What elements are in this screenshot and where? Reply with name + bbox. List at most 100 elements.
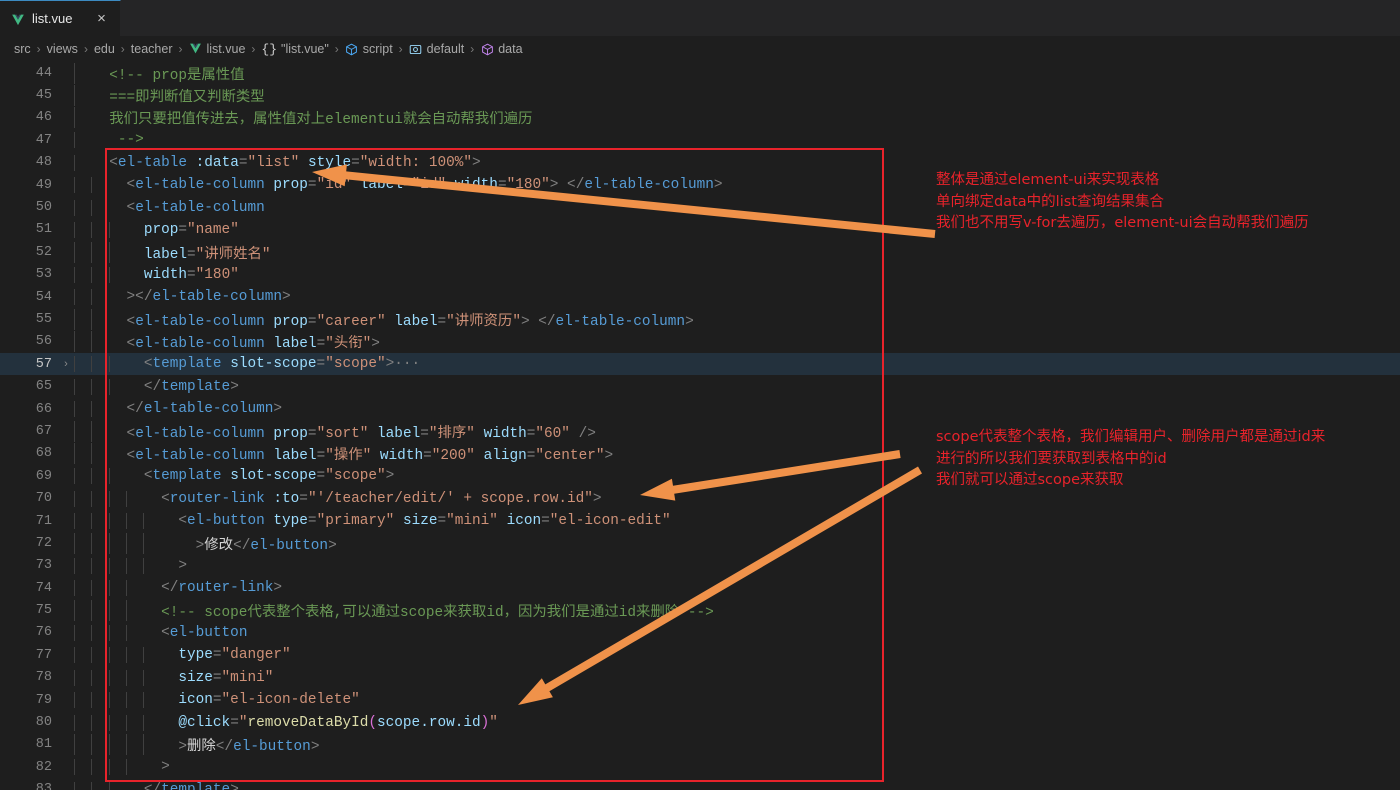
code-token: el-table-column	[555, 313, 686, 330]
line-number: 52	[35, 244, 52, 260]
code-token: <	[92, 356, 153, 373]
code-line[interactable]: 69 <template slot-scope="scope">	[0, 465, 1400, 487]
code-token: "180"	[195, 266, 239, 283]
breadcrumb-item-views[interactable]: views	[47, 42, 78, 56]
code-line[interactable]: 45 ===即判断值又判断类型	[0, 84, 1400, 107]
code-text: ===即判断值又判断类型	[74, 85, 1400, 107]
code-line[interactable]: 47 -->	[0, 129, 1400, 151]
code-line[interactable]: 48 <el-table :data="list" style="width: …	[0, 152, 1400, 174]
indent-guide	[74, 331, 75, 353]
breadcrumb-separator: ›	[178, 42, 183, 56]
code-token: ···	[394, 356, 421, 373]
code-line[interactable]: 82 >	[0, 756, 1400, 778]
code-line[interactable]: 67 <el-table-column prop="sort" label="排…	[0, 420, 1400, 442]
breadcrumb-item-data[interactable]: data	[480, 42, 523, 56]
fold-chevron-icon[interactable]: ›	[58, 358, 74, 370]
code-token: "操作"	[325, 448, 372, 465]
code-token: el-table-column	[143, 401, 274, 418]
code-line[interactable]: 54 ></el-table-column>	[0, 286, 1400, 308]
code-line[interactable]: 76 <el-button	[0, 622, 1400, 644]
code-token: <	[92, 313, 136, 330]
code-line[interactable]: 66 </el-table-column>	[0, 398, 1400, 420]
indent-guide	[74, 624, 75, 641]
code-token: el-button	[187, 513, 265, 529]
code-line[interactable]: 57 › <template slot-scope="scope">···	[0, 353, 1400, 376]
code-line[interactable]: 44 <!-- prop是属性值	[0, 62, 1400, 84]
line-number: 44	[35, 65, 52, 81]
breadcrumb-item-script[interactable]: script	[345, 42, 393, 56]
module-icon	[409, 42, 423, 56]
code-token: <	[92, 448, 136, 465]
code-editor[interactable]: 44 <!-- prop是属性值 45 ===即判断值又判断类型 46 我们只要把值…	[0, 62, 1400, 790]
code-line[interactable]: 53 width="180"	[0, 264, 1400, 286]
indent-guide	[74, 600, 75, 622]
code-line[interactable]: 51 prop="name"	[0, 219, 1400, 241]
breadcrumb-separator: ›	[470, 42, 475, 56]
code-token: router-link	[178, 580, 274, 597]
code-text: >	[74, 557, 1400, 574]
code-text: <el-button type="primary" size="mini" ic…	[74, 513, 1400, 529]
breadcrumb-item-listvue[interactable]: {} "list.vue"	[261, 42, 328, 57]
breadcrumb-item-src[interactable]: src	[14, 42, 31, 56]
code-line[interactable]: 65 </template>	[0, 375, 1400, 397]
code-line[interactable]: 79 icon="el-icon-delete"	[0, 689, 1400, 711]
indent-guide	[74, 289, 75, 306]
vscode-window: list.vue × src › views › edu › teacher › list.vu…	[0, 0, 1400, 790]
breadcrumb-item-label: data	[498, 42, 523, 56]
code-text: >删除</el-button>	[74, 734, 1400, 756]
code-token: ===即判断值又判断类型	[92, 90, 265, 107]
breadcrumb-item-default[interactable]: default	[409, 42, 464, 56]
code-token: scope.row.id	[377, 714, 481, 731]
breadcrumb-item-listvue[interactable]: list.vue	[189, 42, 245, 56]
code-token: =	[402, 177, 412, 194]
code-line[interactable]: 77 type="danger"	[0, 644, 1400, 666]
close-icon[interactable]: ×	[93, 11, 109, 26]
tab-list-vue[interactable]: list.vue ×	[0, 0, 122, 36]
code-line[interactable]: 72 >修改</el-button>	[0, 532, 1400, 554]
breadcrumb-item-label: src	[14, 42, 31, 56]
code-line[interactable]: 56 <el-table-column label="头衔">	[0, 331, 1400, 353]
breadcrumb-item-edu[interactable]: edu	[94, 42, 115, 56]
code-line[interactable]: 81 >删除</el-button>	[0, 734, 1400, 756]
code-token: >	[92, 739, 187, 756]
code-line[interactable]: 80 @click="removeDataById(scope.row.id)"	[0, 711, 1400, 733]
line-number: 67	[35, 423, 52, 439]
code-line[interactable]: 46 我们只要把值传进去，属性值对上elementui就会自动帮我们遍历	[0, 107, 1400, 129]
cube-blue-icon	[345, 42, 359, 56]
code-token: =	[497, 177, 507, 194]
code-line[interactable]: 55 <el-table-column prop="career" label=…	[0, 308, 1400, 330]
code-line[interactable]: 73 >	[0, 555, 1400, 577]
code-token: @click	[178, 714, 231, 731]
code-line[interactable]: 83 </template>	[0, 779, 1400, 790]
code-text: <el-button	[74, 624, 1400, 641]
code-line[interactable]: 71 <el-button type="primary" size="mini"…	[0, 510, 1400, 532]
code-line[interactable]: 68 <el-table-column label="操作" width="20…	[0, 443, 1400, 465]
code-token: -->	[92, 132, 144, 149]
indent-guide	[74, 532, 75, 554]
indent-guide	[74, 490, 75, 507]
breadcrumb-item-teacher[interactable]: teacher	[131, 42, 173, 56]
code-line[interactable]: 70 <router-link :to="'/teacher/edit/' + …	[0, 487, 1400, 509]
tab-title: list.vue	[32, 11, 73, 26]
code-line[interactable]: 78 size="mini"	[0, 667, 1400, 689]
code-token: "id"	[411, 177, 447, 194]
indent-guide	[74, 221, 75, 238]
indent-guide	[74, 241, 75, 263]
indent-guide	[74, 692, 75, 709]
code-token: =	[178, 221, 188, 238]
code-line[interactable]: 75 <!-- scope代表整个表格,可以通过scope来获取id，因为我们是…	[0, 599, 1400, 622]
code-token: el-table-column	[135, 313, 265, 330]
code-line[interactable]: 49 <el-table-column prop="id" label="id"…	[0, 174, 1400, 196]
code-line[interactable]: 52 label="讲师姓名"	[0, 241, 1400, 263]
breadcrumb-separator: ›	[398, 42, 403, 56]
code-token: :to	[273, 490, 300, 507]
indent-guide	[74, 669, 75, 686]
code-line[interactable]: 50 <el-table-column	[0, 196, 1400, 218]
code-line[interactable]: 74 </router-link>	[0, 577, 1400, 599]
code-token: "danger"	[221, 647, 291, 664]
breadcrumb-item-label: teacher	[130, 42, 173, 56]
code-token: el-table	[117, 154, 188, 171]
